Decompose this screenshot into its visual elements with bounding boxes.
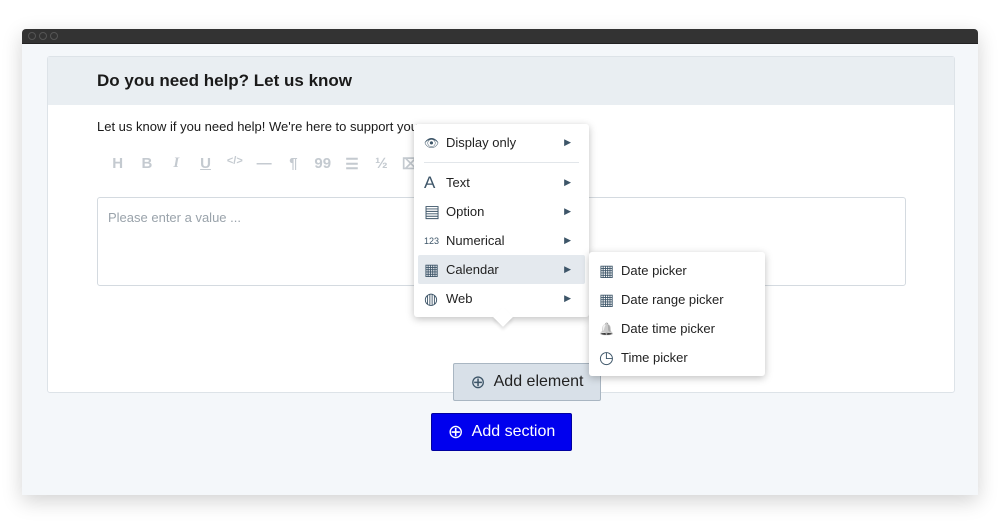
add-section-button[interactable]: ⊕ Add section — [431, 413, 572, 451]
plus-circle-icon: ⊕ — [447, 421, 464, 443]
chevron-right-icon: ▶ — [564, 235, 571, 245]
underline-icon[interactable]: U — [191, 155, 220, 173]
section-description: Let us know if you need help! We're here… — [97, 119, 422, 134]
bullet-list-icon[interactable]: ☰ — [337, 155, 366, 173]
calendar-icon: ▦ — [599, 291, 615, 309]
eye-icon: 👁 — [424, 135, 440, 150]
chevron-right-icon: ▶ — [564, 137, 571, 147]
plus-circle-icon: ⊕ — [470, 371, 486, 392]
maximize-dot[interactable] — [50, 32, 58, 40]
menu-item-display-only[interactable]: 👁 Display only ▶ — [418, 128, 585, 157]
submenu-item-date-time-picker[interactable]: 🔔 Date time picker — [593, 314, 761, 343]
menu-item-web[interactable]: ◍ Web ▶ — [418, 284, 585, 313]
list-icon: ▤ — [424, 201, 441, 221]
bold-icon[interactable]: B — [132, 155, 161, 173]
editor-toolbar: H B I U </> — ¶ 99 ☰ ½ ⌧ — [103, 155, 425, 173]
calendar-icon: ▦ — [424, 261, 440, 279]
numbers-icon: 123 — [424, 235, 440, 246]
element-type-menu: 👁 Display only ▶ A Text ▶ ▤ Option ▶ 123 Numeri… — [414, 124, 589, 327]
bell-icon: 🔔 — [599, 321, 614, 336]
chevron-right-icon: ▶ — [564, 177, 571, 187]
menu-item-calendar[interactable]: ▦ Calendar ▶ — [418, 255, 585, 284]
heading-icon[interactable]: H — [103, 155, 132, 173]
submenu-item-date-range-picker[interactable]: ▦ Date range picker — [593, 285, 761, 314]
ordered-list-icon[interactable]: ½ — [367, 155, 396, 173]
add-element-button[interactable]: ⊕ Add element — [453, 363, 601, 401]
code-icon[interactable]: </> — [220, 155, 249, 173]
italic-icon[interactable]: I — [162, 155, 191, 173]
submenu-item-date-picker[interactable]: ▦ Date picker — [593, 256, 761, 285]
menu-divider — [424, 162, 579, 163]
horizontal-rule-icon[interactable]: — — [249, 155, 278, 173]
calendar-submenu: ▦ Date picker ▦ Date range picker 🔔 Date ti… — [589, 252, 765, 376]
menu-item-text[interactable]: A Text ▶ — [418, 168, 585, 197]
minimize-dot[interactable] — [39, 32, 47, 40]
calendar-icon: ▦ — [599, 262, 615, 280]
clock-icon: ◷ — [599, 347, 614, 367]
section-title: Do you need help? Let us know — [48, 57, 954, 105]
submenu-item-time-picker[interactable]: ◷ Time picker — [593, 343, 761, 372]
close-dot[interactable] — [28, 32, 36, 40]
quote-icon[interactable]: 99 — [308, 155, 337, 173]
chevron-right-icon: ▶ — [564, 293, 571, 303]
chevron-right-icon: ▶ — [564, 264, 571, 274]
menu-item-option[interactable]: ▤ Option ▶ — [418, 197, 585, 226]
chevron-right-icon: ▶ — [564, 206, 571, 216]
paragraph-icon[interactable]: ¶ — [279, 155, 308, 173]
globe-icon: ◍ — [424, 290, 438, 308]
title-bar — [22, 29, 978, 44]
letter-a-icon: A — [424, 172, 436, 192]
menu-item-numerical[interactable]: 123 Numerical ▶ — [418, 226, 585, 255]
